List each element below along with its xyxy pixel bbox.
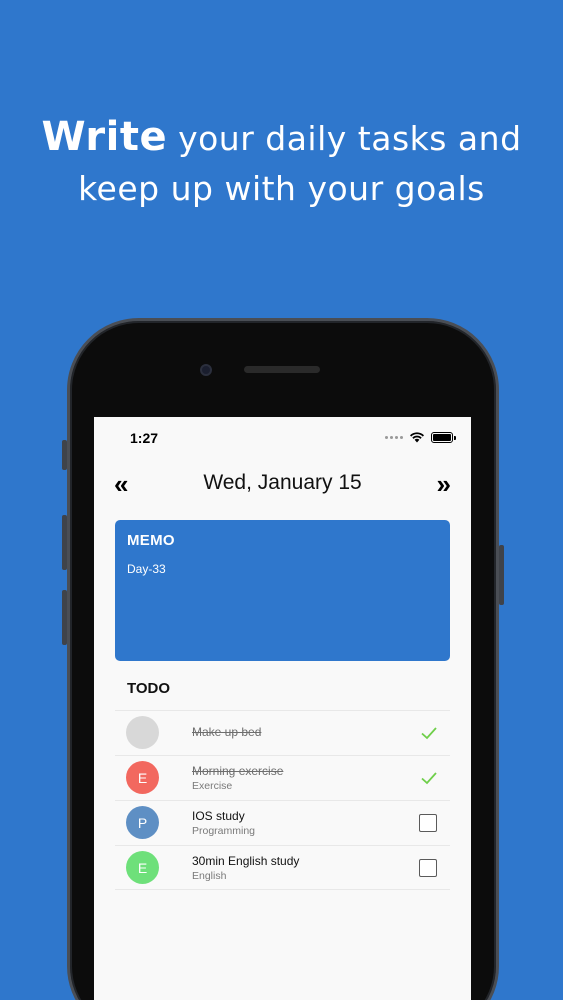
status-icons [385, 431, 456, 443]
todo-text: 30min English study English [192, 854, 299, 882]
todo-avatar [126, 716, 159, 749]
status-time: 1:27 [130, 430, 159, 446]
todo-label: Morning exercise [192, 764, 284, 778]
checkmark-icon[interactable] [420, 724, 438, 742]
promo-headline: Write your daily tasks and keep up with … [0, 112, 563, 214]
headline-line-2: keep up with your goals [78, 169, 485, 208]
todo-avatar-initial: P [137, 814, 148, 831]
todo-checkbox[interactable] [419, 859, 437, 877]
todo-avatar: P [126, 806, 159, 839]
earpiece-speaker [244, 366, 320, 373]
memo-body: Day-33 [127, 562, 166, 576]
todo-avatar-initial: E [137, 769, 148, 786]
headline-line-1: Write your daily tasks and [0, 112, 563, 164]
headline-line-1-rest: your daily tasks and [167, 119, 522, 158]
memo-title: MEMO [127, 532, 175, 549]
next-day-button[interactable]: » [437, 469, 451, 500]
todo-checkbox[interactable] [419, 814, 437, 832]
todo-list: Make up bed E Morning exercise Exercise … [115, 710, 450, 890]
current-date-title: Wed, January 15 [203, 471, 362, 494]
todo-item[interactable]: Make up bed [115, 710, 450, 755]
todo-avatar: E [126, 761, 159, 794]
todo-label: IOS study [192, 809, 245, 823]
todo-category: English [192, 870, 227, 882]
todo-text: IOS study Programming [192, 809, 255, 837]
todo-avatar-initial: E [137, 859, 148, 876]
memo-card[interactable]: MEMO Day-33 [115, 520, 450, 661]
battery-icon [431, 431, 456, 443]
wifi-icon [410, 432, 424, 443]
app-screen: 1:27 « Wed, January 15 » MEMO Day-33 TOD… [94, 417, 471, 1000]
todo-text: Morning exercise Exercise [192, 764, 283, 792]
todo-text: Make up bed [192, 725, 261, 739]
headline-emphasis: Write [41, 114, 168, 160]
checkmark-icon[interactable] [420, 769, 438, 787]
todo-category: Programming [192, 825, 256, 837]
cellular-signal-icon [385, 435, 403, 439]
todo-category: Exercise [192, 780, 233, 792]
todo-label: Make up bed [192, 725, 262, 739]
todo-item[interactable]: E 30min English study English [115, 845, 450, 890]
todo-item[interactable]: E Morning exercise Exercise [115, 755, 450, 800]
todo-item[interactable]: P IOS study Programming [115, 800, 450, 845]
todo-section-title: TODO [127, 680, 171, 697]
todo-avatar: E [126, 851, 159, 884]
phone-power-button [499, 545, 504, 605]
front-camera [200, 364, 212, 376]
todo-label: 30min English study [192, 854, 300, 868]
